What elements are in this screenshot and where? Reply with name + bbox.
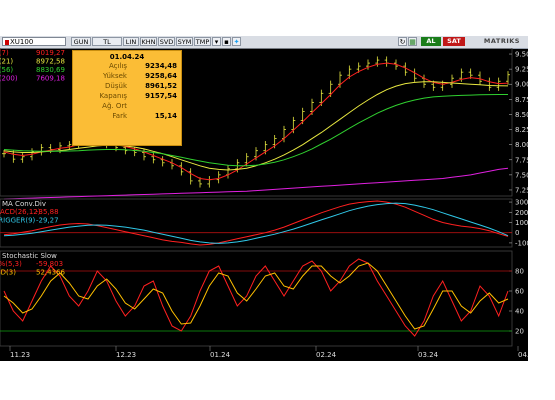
tooltip-key: Kapanış bbox=[99, 92, 127, 100]
chart-window: XU100 GUN TL LIN KHN SVD SYM TMP ▾ ▪ ✦ ↻… bbox=[0, 36, 528, 361]
y-tick-label: -100 bbox=[515, 239, 528, 247]
y-tick-label: 40 bbox=[515, 308, 524, 316]
x-tick-label: 12.23 bbox=[116, 351, 136, 359]
y-tick-label: 9.500 bbox=[515, 51, 528, 59]
sell-button[interactable]: SAT bbox=[443, 37, 465, 46]
flag-icon bbox=[5, 40, 9, 45]
twitter-icon[interactable]: ✦ bbox=[232, 37, 241, 46]
tool-button-svd[interactable]: SVD bbox=[158, 37, 175, 46]
symbol-label: XU100 bbox=[10, 38, 34, 46]
panel-title: MA Conv.Div bbox=[2, 200, 46, 208]
currency-button-tl[interactable]: TL bbox=[92, 37, 122, 46]
y-tick-label: 300 bbox=[515, 199, 528, 207]
legend-label: V(21) bbox=[0, 58, 13, 66]
tooltip-value: 9258,64 bbox=[145, 72, 177, 80]
x-tick-label: 02.24 bbox=[316, 351, 337, 359]
y-tick-label: 8.250 bbox=[515, 126, 528, 134]
legend-value: 8830,69 bbox=[36, 66, 65, 74]
tooltip-row: Açılış 9234,48 bbox=[73, 61, 181, 71]
tooltip-value: 9234,48 bbox=[145, 62, 177, 70]
tool-button-khn[interactable]: KHN bbox=[140, 37, 157, 46]
legend-label: V(7) bbox=[0, 49, 9, 57]
x-tick-label: 01.24 bbox=[210, 351, 231, 359]
y-tick-label: 0 bbox=[515, 229, 519, 237]
tooltip-key: Fark bbox=[112, 112, 127, 120]
legend-value: -29,27 bbox=[36, 217, 59, 225]
legend-label: %D(3) bbox=[0, 269, 16, 277]
stochastic-panel: 80 60 40 20 Stochastic SlowK%(5,3) -59,803 %D(… bbox=[0, 250, 524, 347]
x-tick-label: 11.23 bbox=[10, 351, 30, 359]
lock-icon[interactable]: ▪ bbox=[222, 37, 231, 46]
legend-label: V(200) bbox=[0, 75, 18, 83]
period-button-gun[interactable]: GUN bbox=[71, 37, 91, 46]
y-tick-label: 8.750 bbox=[515, 96, 528, 104]
y-tick-label: 7.750 bbox=[515, 156, 528, 164]
macd-panel: 300 200 100 0 -100 MA Conv.DivMACD(26,12)-35,… bbox=[0, 198, 528, 248]
y-tick-label: 100 bbox=[515, 219, 528, 227]
legend-value: 7609,18 bbox=[36, 75, 65, 83]
y-tick-label: 9.000 bbox=[515, 81, 528, 89]
tooltip-row: Ağ. Ort bbox=[73, 101, 181, 111]
y-tick-label: 8.000 bbox=[515, 141, 528, 149]
tooltip-value: 15,14 bbox=[154, 112, 177, 120]
grid-icon[interactable]: ▦ bbox=[408, 37, 417, 46]
dropdown-arrow-icon[interactable]: ▾ bbox=[212, 37, 221, 46]
symbol-selector[interactable]: XU100 bbox=[2, 37, 66, 46]
scale-button-lin[interactable]: LIN bbox=[123, 37, 139, 46]
legend-value: 8972,58 bbox=[36, 58, 65, 66]
tooltip-date: 01.04.24 bbox=[109, 53, 145, 61]
y-tick-label: 8.500 bbox=[515, 111, 528, 119]
x-tick-label: 04.24 bbox=[518, 351, 528, 359]
legend-value: 9019,27 bbox=[36, 49, 65, 57]
buy-button[interactable]: AL bbox=[421, 37, 441, 46]
ohlc-tooltip: 01.04.24 Açılış 9234,48 Yüksek 9258,64 Düşük… bbox=[72, 50, 182, 146]
panel-frame bbox=[0, 250, 513, 347]
legend-label: V(56) bbox=[0, 66, 13, 74]
y-tick-label: 60 bbox=[515, 288, 524, 296]
tooltip-key: Yüksek bbox=[103, 72, 127, 80]
tooltip-key: Açılış bbox=[109, 62, 127, 70]
series-line-0 bbox=[3, 258, 509, 337]
y-tick-label: 7.250 bbox=[515, 186, 528, 194]
tooltip-row: Yüksek 9258,64 bbox=[73, 71, 181, 81]
tooltip-row: Fark 15,14 bbox=[73, 111, 181, 121]
tooltip-value: 8961,52 bbox=[145, 82, 177, 90]
y-tick-label: 9.250 bbox=[515, 66, 528, 74]
y-tick-label: 80 bbox=[515, 268, 524, 276]
panel-title: Stochastic Slow bbox=[2, 252, 57, 260]
matriks-logo: MATRIKS bbox=[483, 37, 520, 45]
series-line-1 bbox=[3, 262, 509, 330]
y-tick-label: 7.500 bbox=[515, 171, 528, 179]
legend-label: MACD(26,12) bbox=[0, 208, 41, 216]
y-tick-label: 200 bbox=[515, 209, 528, 217]
panel-frame bbox=[0, 198, 513, 248]
tooltip-row: Kapanış 9157,54 bbox=[73, 91, 181, 101]
refresh-icon[interactable]: ↻ bbox=[398, 37, 407, 46]
right-margin bbox=[528, 36, 555, 361]
tooltip-key: Ağ. Ort bbox=[102, 102, 127, 110]
x-axis: 11.23 12.23 01.24 02.24 03.24 04.24 bbox=[9, 346, 528, 359]
x-tick-label: 03.24 bbox=[418, 351, 439, 359]
legend-value: -59,803 bbox=[36, 260, 63, 268]
tool-button-sym[interactable]: SYM bbox=[176, 37, 193, 46]
series-line-3 bbox=[3, 167, 509, 200]
y-tick-label: 20 bbox=[515, 328, 524, 336]
legend-value: 52,4366 bbox=[36, 269, 65, 277]
legend-label: K%(5,3) bbox=[0, 260, 22, 268]
tooltip-row: Düşük 8961,52 bbox=[73, 81, 181, 91]
legend-label: TRIGGER(9) bbox=[0, 217, 36, 225]
tooltip-key: Düşük bbox=[105, 82, 127, 90]
tool-button-tmp[interactable]: TMP bbox=[194, 37, 211, 46]
legend-value: -35,88 bbox=[36, 208, 59, 216]
tooltip-value: 9157,54 bbox=[145, 92, 177, 100]
